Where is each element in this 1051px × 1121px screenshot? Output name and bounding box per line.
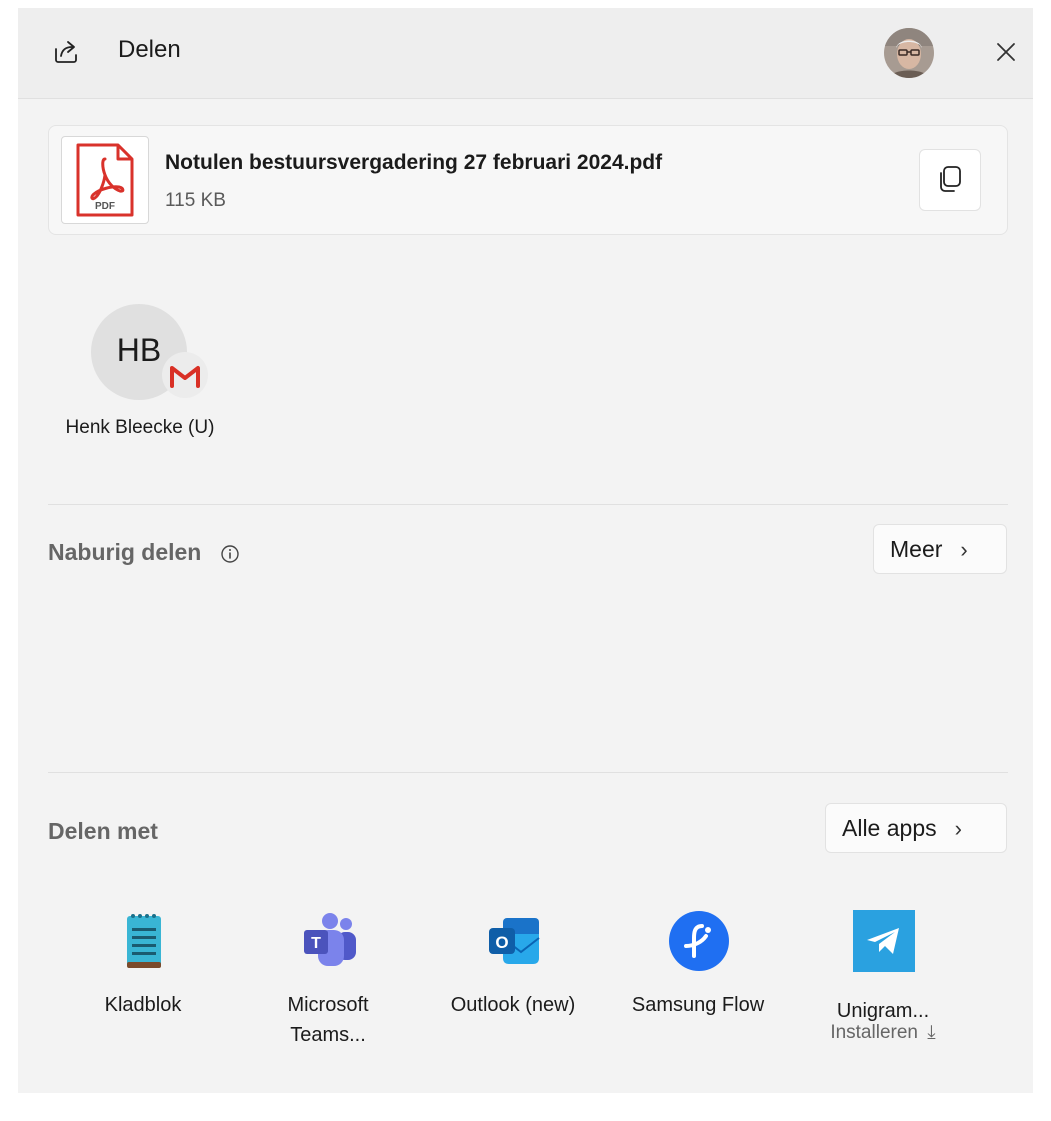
all-apps-button[interactable]: Alle apps › (825, 803, 1007, 853)
share-with-title: Delen met (48, 818, 158, 844)
close-icon[interactable] (990, 36, 1022, 68)
samsung-flow-icon (669, 911, 729, 971)
nearby-sharing-label: Naburig delen (48, 539, 202, 565)
teams-icon: T (304, 913, 356, 966)
app-label: Microsoft Teams... (287, 994, 369, 1046)
file-size: 115 KB (165, 190, 226, 211)
notepad-icon (127, 914, 161, 968)
info-icon[interactable] (220, 544, 240, 564)
app-label: Outlook (new) (450, 994, 576, 1016)
contact-henk-bleecke[interactable]: HB Henk Bleecke (U) (56, 302, 224, 482)
divider (48, 772, 1008, 773)
dialog-header: Delen (18, 8, 1033, 99)
chevron-right-icon: › (960, 537, 968, 562)
all-apps-label: Alle apps (842, 815, 937, 841)
dialog-title: Delen (118, 36, 181, 63)
app-label: Kladblok (104, 994, 182, 1016)
pdf-thumb-label: PDF (95, 201, 115, 212)
divider (48, 504, 1008, 505)
app-unigram[interactable]: Unigram... Installeren ⤓ (793, 908, 973, 1068)
file-card: PDF Notulen bestuursvergadering 27 febru… (48, 125, 1008, 235)
contact-name: Henk Bleecke (U) (65, 417, 215, 438)
app-microsoft-teams[interactable]: T Microsoft Teams... (238, 908, 418, 1068)
nearby-sharing-title: Naburig delen (48, 539, 240, 566)
file-name: Notulen bestuursvergadering 27 februari … (165, 151, 663, 174)
install-label: Installeren ⤓ (793, 1022, 973, 1044)
app-outlook-new[interactable]: O Outlook (new) (423, 908, 603, 1068)
share-icon (55, 41, 77, 63)
copy-button[interactable] (919, 149, 981, 211)
app-kladblok[interactable]: Kladblok (53, 908, 233, 1068)
install-text: Installeren (830, 1022, 918, 1043)
share-dialog: Delen PDF Notulen bestuursvergadering 27… (18, 8, 1033, 1093)
pdf-file-icon: PDF (61, 136, 149, 224)
gmail-icon (162, 352, 208, 398)
copy-icon (940, 166, 961, 192)
chevron-right-icon: › (954, 816, 962, 841)
app-samsung-flow[interactable]: Samsung Flow (608, 908, 788, 1068)
outlook-icon: O (489, 918, 540, 964)
svg-text:O: O (495, 933, 508, 952)
app-label: Samsung Flow (631, 994, 765, 1016)
download-icon: ⤓ (927, 1022, 936, 1043)
unigram-icon (853, 910, 915, 972)
more-button[interactable]: Meer › (873, 524, 1007, 574)
svg-text:T: T (311, 935, 321, 952)
user-avatar[interactable] (884, 28, 934, 78)
more-button-label: Meer (890, 536, 943, 562)
